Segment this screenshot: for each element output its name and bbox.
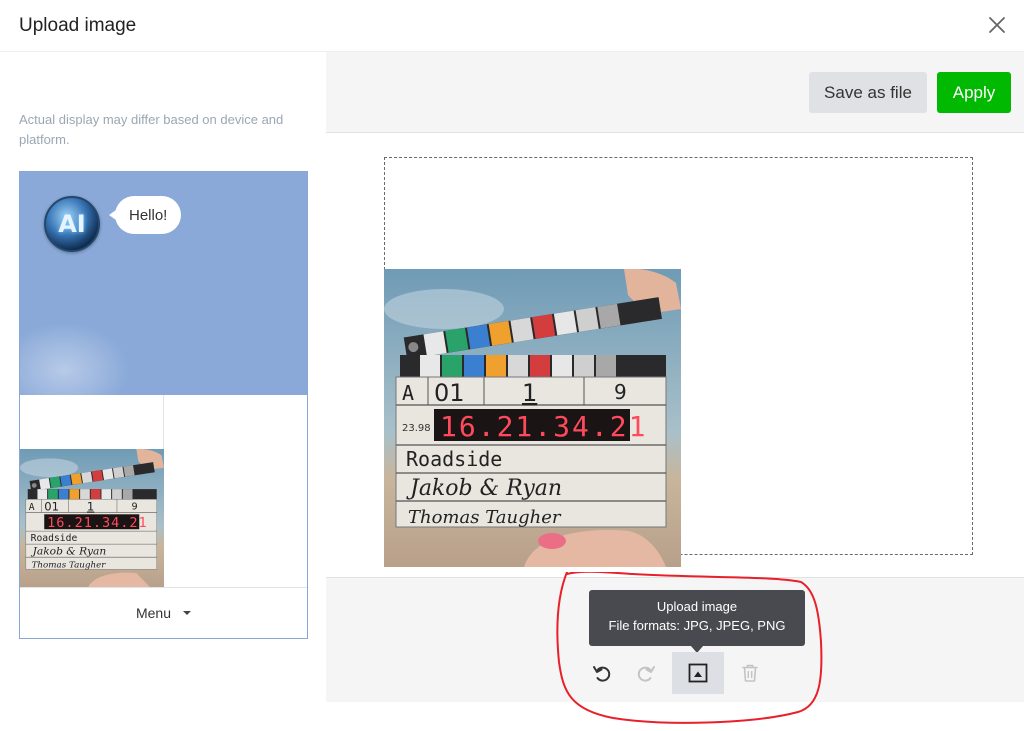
slate-scene: 01 [434,379,465,407]
preview-note: Actual display may differ based on devic… [19,112,284,147]
apply-button[interactable]: Apply [937,72,1011,113]
thumb-director: Jakob & Ryan [31,546,107,558]
background-cloud [20,322,130,395]
image-canvas: A 01 1 9 23.98 16.21.34.21 Roadside Jako… [326,133,1024,578]
avatar-text: AI [58,210,86,238]
thumb-timecode: 16.21.34.21 [47,516,148,531]
thumb-production: Roadside [31,533,78,544]
rich-menu-preview: A 01 1 9 16.21.34.21 Roadside Jakob & Ry… [20,395,307,588]
slate-timecode: 16.21.34.21 [440,410,647,443]
slate-production: Roadside [406,447,502,471]
slate-fps: 23.98 [402,423,431,434]
image-tools [580,652,772,694]
slate-director: Jakob & Ryan [406,476,562,501]
thumb-camera: Thomas Taugher [32,561,107,571]
close-button[interactable] [982,10,1012,40]
tooltip-formats: File formats: JPG, JPEG, PNG [608,618,786,633]
slate-shot: 1 [522,379,537,407]
redo-icon [637,666,655,682]
dialog-title: Upload image [19,15,137,36]
uploaded-image[interactable]: A 01 1 9 23.98 16.21.34.21 Roadside Jako… [384,269,681,567]
slate-take: 9 [614,380,627,404]
redo-button[interactable] [624,652,668,694]
thumb-scene: 01 [44,500,59,514]
undo-button[interactable] [580,652,624,694]
rich-menu-toggle[interactable]: Menu [20,588,307,638]
upload-tooltip: Upload image File formats: JPG, JPEG, PN… [589,590,805,653]
menu-label: Menu [135,605,172,621]
tooltip-title: Upload image [656,599,738,614]
chat-preview: AI Hello! A 01 1 9 16.21.34.21 Roadside … [19,171,308,639]
save-as-file-button[interactable]: Save as file [809,72,927,113]
thumb-shot: 1 [87,500,94,514]
upload-image-button[interactable] [672,652,724,694]
preview-panel: Actual display may differ based on devic… [0,52,326,731]
rich-menu-thumbnail-image: A 01 1 9 16.21.34.21 Roadside Jakob & Ry… [20,449,164,588]
image-upload-icon [688,663,708,683]
chat-area: AI Hello! [20,172,307,395]
avatar: AI [44,196,100,252]
slate-roll: A [402,381,414,405]
delete-button[interactable] [728,652,772,694]
editor-toolbar: Save as file Apply [326,52,1024,133]
close-icon [989,17,1005,33]
chat-bubble: Hello! [108,196,182,234]
thumb-take: 9 [132,502,138,513]
thumb-roll: A [29,502,35,513]
undo-icon [593,666,611,682]
caret-down-icon [183,611,192,615]
slate-camera: Thomas Taugher [408,507,562,528]
trash-icon [742,664,758,682]
dialog-header: Upload image [0,0,1024,52]
